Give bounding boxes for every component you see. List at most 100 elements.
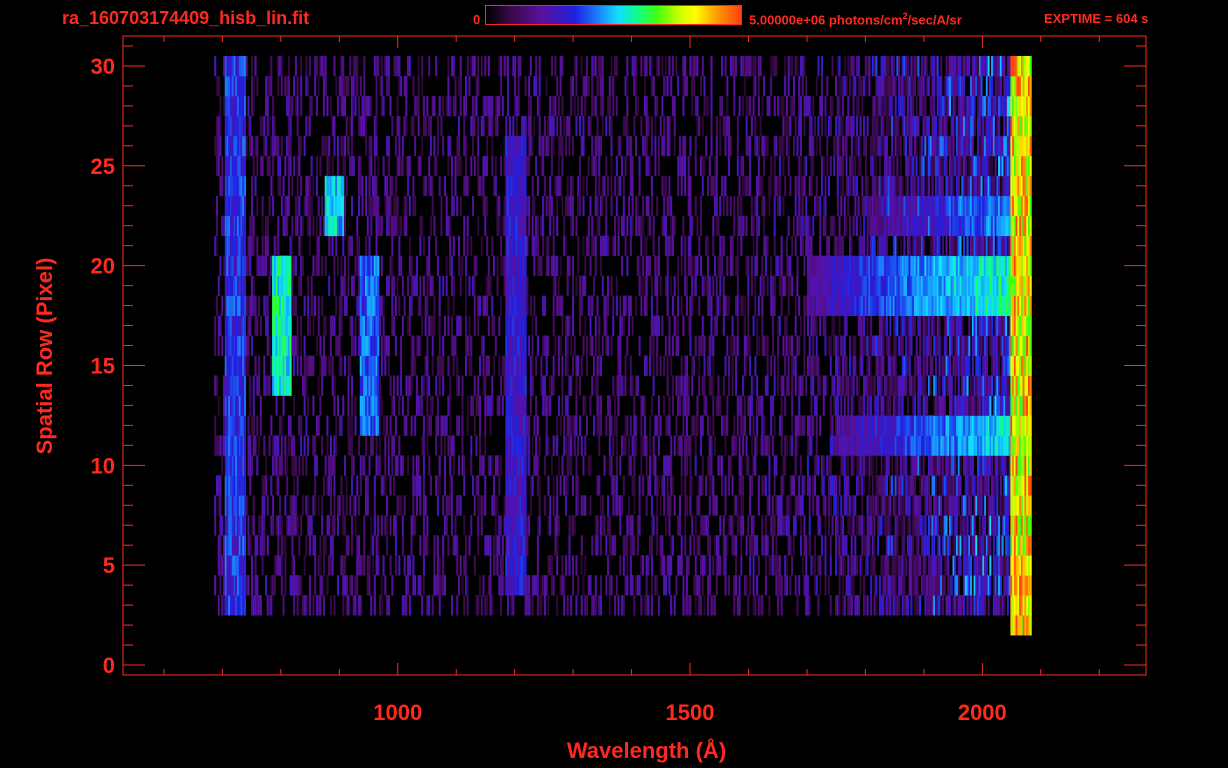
heatmap-cell — [433, 315, 436, 336]
heatmap-cell — [947, 575, 950, 596]
heatmap-cell — [747, 315, 750, 336]
heatmap-cell — [785, 495, 788, 516]
heatmap-cell — [507, 255, 510, 277]
heatmap-cell — [957, 415, 960, 436]
heatmap-cell — [1003, 355, 1006, 376]
heatmap-cell — [894, 595, 897, 616]
heatmap-cell — [749, 355, 752, 376]
heatmap-cell — [827, 495, 831, 516]
heatmap-cell — [771, 395, 774, 416]
heatmap-cell — [1010, 435, 1013, 456]
heatmap-cell — [968, 595, 971, 616]
heatmap-cell — [391, 435, 394, 456]
heatmap-cell — [719, 555, 722, 576]
heatmap-cell — [307, 275, 310, 296]
heatmap-cell — [1027, 435, 1030, 456]
heatmap-cell — [426, 275, 429, 296]
heatmap-cell — [724, 435, 727, 456]
heatmap-cell — [484, 295, 487, 316]
heatmap-cell — [847, 495, 850, 516]
heatmap-cell — [265, 255, 268, 277]
heatmap-cell — [222, 435, 226, 456]
heatmap-cell — [549, 555, 552, 576]
heatmap-cell — [934, 435, 938, 456]
heatmap-cell — [622, 315, 625, 336]
heatmap-cell — [861, 355, 864, 376]
heatmap-cell — [668, 575, 671, 596]
heatmap-cell — [529, 595, 532, 616]
heatmap-cell — [291, 275, 294, 296]
heatmap-cell — [217, 335, 220, 356]
heatmap-cell — [884, 595, 887, 616]
heatmap-cell — [915, 495, 918, 516]
heatmap-cell — [805, 295, 808, 316]
heatmap-cell — [1027, 475, 1030, 496]
heatmap-cell — [926, 535, 929, 556]
heatmap-cell — [833, 495, 836, 516]
heatmap-cell — [682, 315, 685, 336]
heatmap-cell — [687, 595, 690, 616]
heatmap-cell — [528, 335, 531, 356]
heatmap-cell — [1019, 315, 1022, 336]
heatmap-cell — [270, 415, 273, 436]
heatmap-cell — [568, 435, 571, 456]
heatmap-cell — [850, 255, 853, 277]
heatmap-cell — [1013, 315, 1016, 336]
heatmap-cell — [566, 255, 569, 277]
heatmap-cell — [712, 555, 715, 576]
heatmap-cell — [887, 375, 890, 396]
heatmap-cell — [300, 515, 303, 536]
heatmap-cell — [910, 315, 913, 336]
heatmap-cell — [489, 395, 492, 416]
heatmap-cell — [985, 275, 988, 296]
heatmap-cell — [656, 275, 659, 296]
heatmap-cell — [871, 375, 874, 396]
heatmap-cell — [1006, 435, 1009, 456]
heatmap-cell — [887, 575, 890, 596]
heatmap-cell — [233, 255, 236, 277]
heatmap-cell — [607, 235, 610, 257]
heatmap-cell — [963, 575, 966, 596]
heatmap-cell — [505, 575, 508, 596]
heatmap-cell — [933, 375, 936, 396]
heatmap-cell — [361, 355, 364, 376]
heatmap-cell — [654, 455, 657, 476]
heatmap-cell — [607, 515, 610, 536]
heatmap-cell — [228, 215, 231, 237]
heatmap-cell — [780, 495, 783, 516]
heatmap-cell — [240, 435, 243, 456]
heatmap-cell — [354, 315, 357, 336]
heatmap-cell — [678, 495, 681, 516]
heatmap-cell — [905, 355, 908, 376]
heatmap-cell — [950, 395, 953, 416]
heatmap-cell — [631, 535, 634, 556]
heatmap-cell — [1005, 375, 1008, 396]
heatmap-cell — [977, 375, 980, 396]
heatmap-cell — [843, 435, 846, 456]
heatmap-cell — [1001, 555, 1004, 576]
heatmap-cell — [1017, 575, 1020, 596]
heatmap-cell — [386, 275, 389, 296]
heatmap-cell — [272, 255, 275, 277]
heatmap-cell — [806, 355, 809, 376]
heatmap-cell — [996, 255, 999, 277]
heatmap-cell — [859, 335, 862, 356]
heatmap-cell — [710, 455, 713, 476]
heatmap-cell — [277, 335, 280, 356]
heatmap-cell — [696, 535, 699, 556]
heatmap-cell — [468, 335, 471, 356]
heatmap-cell — [985, 355, 988, 376]
heatmap-cell — [365, 235, 368, 257]
heatmap-cell — [943, 415, 946, 436]
heatmap-cell — [370, 335, 373, 356]
heatmap-cell — [964, 555, 967, 576]
heatmap-cell — [398, 395, 401, 416]
heatmap-cell — [221, 295, 224, 316]
heatmap-cell — [1026, 255, 1029, 277]
heatmap-cell — [461, 455, 464, 476]
heatmap-cell — [927, 435, 930, 456]
heatmap-cell — [878, 515, 881, 536]
heatmap-cell — [493, 475, 496, 496]
heatmap-cell — [980, 255, 983, 277]
heatmap-cell — [957, 335, 960, 356]
